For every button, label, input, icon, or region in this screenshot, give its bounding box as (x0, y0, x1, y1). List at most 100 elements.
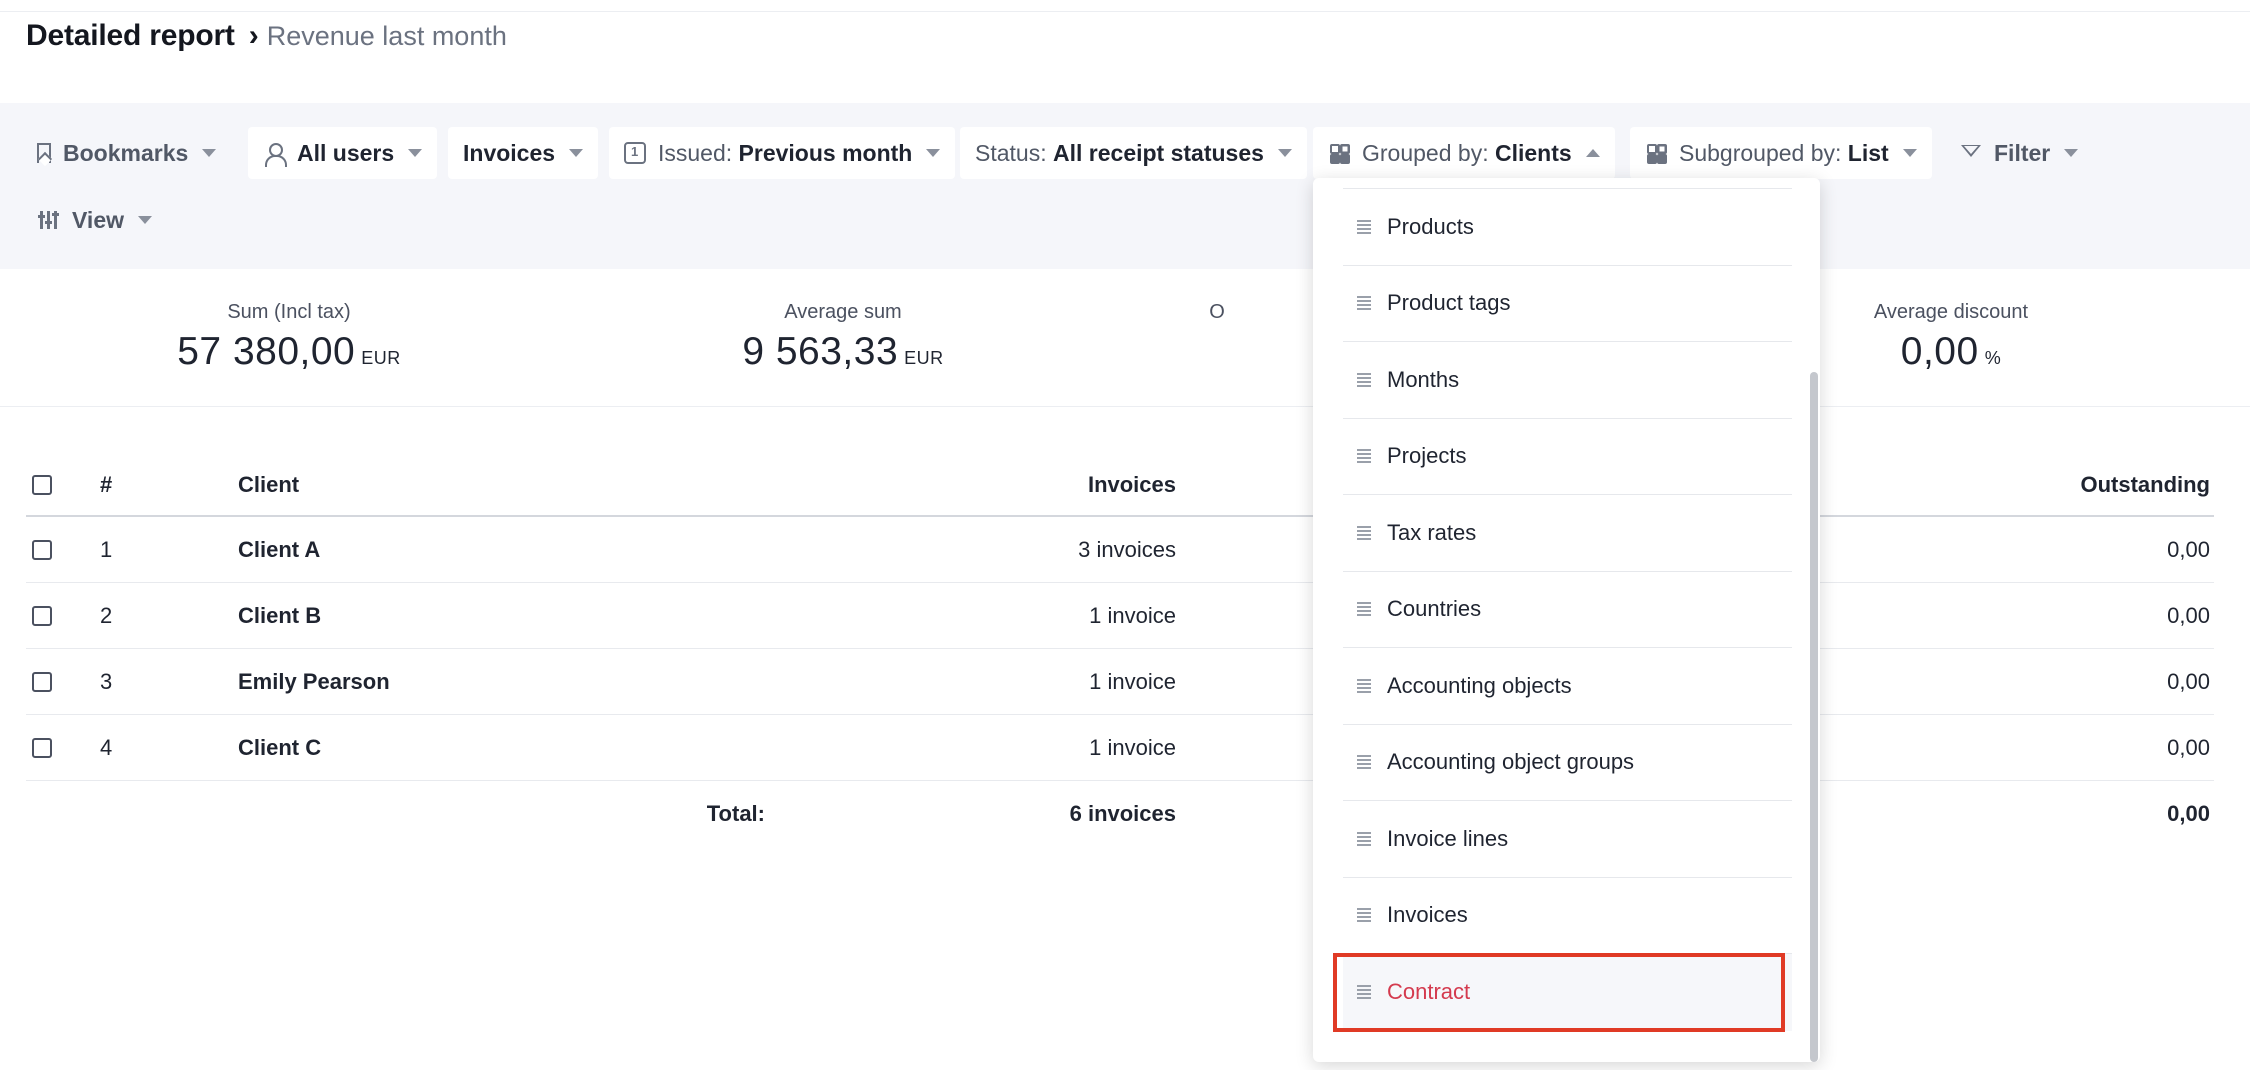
metric-label: O (1209, 301, 1225, 323)
dropdown-item-product-tags[interactable]: Product tags (1343, 266, 1792, 342)
column-header-invoices[interactable]: Invoices (1088, 455, 1176, 515)
dropdown-item-projects[interactable]: Projects (1343, 419, 1792, 495)
subgrouped-by-value: List (1847, 139, 1889, 166)
grouped-by-label: Grouped by: (1362, 139, 1489, 166)
select-all-checkbox[interactable] (32, 455, 54, 515)
list-icon (1357, 831, 1371, 846)
total-outstanding: 0,00 (2167, 801, 2210, 826)
grouped-by-filter[interactable]: Grouped by: Clients (1313, 127, 1615, 179)
filter-toolbar: Bookmarks All users Invoices Issued: Pre… (0, 103, 2250, 269)
issued-filter[interactable]: Issued: Previous month (609, 127, 956, 179)
chevron-down-icon (202, 149, 217, 157)
document-type-label: Invoices (463, 139, 556, 166)
column-header-number[interactable]: # (100, 455, 112, 515)
row-client[interactable]: Client C (238, 715, 321, 780)
row-outstanding: 0,00 (2167, 536, 2210, 562)
dropdown-scrollbar[interactable] (1810, 372, 1818, 1062)
row-client[interactable]: Emily Pearson (238, 649, 390, 714)
view-button[interactable]: View (30, 194, 160, 246)
row-invoices: 3 invoices (1078, 536, 1176, 562)
chevron-down-icon (138, 216, 152, 224)
dropdown-item-products[interactable]: Products (1343, 189, 1792, 266)
chevron-down-icon (2064, 149, 2079, 157)
subgrouped-by-label: Subgrouped by: (1679, 139, 1842, 166)
filter-button[interactable]: Filter (1952, 127, 2086, 179)
filter-label: Filter (1994, 139, 2051, 166)
list-icon (1357, 678, 1371, 693)
column-header-client[interactable]: Client (238, 455, 299, 515)
metric-unit: % (1984, 348, 2002, 368)
document-type-filter[interactable]: Invoices (448, 127, 599, 179)
dropdown-item-label: Tax rates (1387, 519, 1477, 545)
row-checkbox[interactable] (32, 583, 54, 648)
list-icon (1357, 755, 1371, 769)
dropdown-item-countries[interactable]: Countries (1343, 572, 1792, 648)
chevron-down-icon (1277, 149, 1292, 157)
top-divider (0, 0, 2250, 12)
table-row[interactable]: 3 Emily Pearson 1 invoice 0,00 (26, 649, 2214, 715)
chevron-down-icon (408, 149, 423, 157)
filter-icon (1960, 142, 1982, 164)
metric-partially-hidden: O (1087, 301, 1347, 324)
breadcrumb-separator: › (248, 19, 259, 52)
dropdown-item-accounting-objects[interactable]: Accounting objects (1343, 648, 1792, 725)
page-subtitle: Revenue last month (266, 20, 507, 51)
issued-value: Previous month (738, 139, 913, 166)
row-client[interactable]: Client A (238, 517, 320, 582)
dropdown-item-label: Accounting object groups (1387, 749, 1635, 775)
metric-label: Sum (Incl tax) (227, 301, 351, 323)
selection-highlight-box (1333, 953, 1785, 1032)
list-icon (1357, 908, 1371, 922)
dropdown-item-invoice-lines[interactable]: Invoice lines (1343, 801, 1792, 878)
page-title: Detailed report (26, 19, 235, 52)
page-header: Detailed report › Revenue last month (26, 16, 507, 56)
view-label: View (72, 206, 124, 233)
bookmarks-button[interactable]: Bookmarks (29, 127, 224, 179)
row-checkbox[interactable] (32, 649, 54, 714)
table-total-row: Total: 6 invoices 0,00 (26, 781, 2214, 847)
users-filter[interactable]: All users (248, 127, 438, 179)
chevron-down-icon (1902, 149, 1917, 157)
grid-icon (1328, 142, 1350, 164)
total-label: Total: (706, 801, 765, 826)
table-row[interactable]: 4 Client C 1 invoice 0,00 (26, 715, 2214, 781)
row-number: 3 (100, 668, 113, 694)
metric-value: 57 380,00 EUR (177, 330, 401, 373)
metric-unit: EUR (361, 348, 401, 368)
dropdown-item-label: Months (1387, 366, 1460, 392)
grid-icon (1645, 142, 1667, 164)
dropdown-item-label: Invoice lines (1387, 825, 1509, 851)
row-number: 1 (100, 536, 113, 562)
dropdown-item-months[interactable]: Months (1343, 342, 1792, 419)
dropdown-item-tax-rates[interactable]: Tax rates (1343, 495, 1792, 572)
metric-unit: EUR (904, 348, 944, 368)
users-label: All users (297, 139, 395, 166)
bookmark-icon (37, 143, 51, 163)
list-icon (1357, 219, 1371, 234)
row-outstanding: 0,00 (2167, 602, 2210, 628)
row-checkbox[interactable] (32, 517, 54, 582)
subgrouped-by-filter[interactable]: Subgrouped by: List (1630, 127, 1932, 179)
dropdown-item-accounting-object-groups[interactable]: Accounting object groups (1343, 725, 1792, 801)
dropdown-item-label: Projects (1387, 443, 1467, 469)
row-number: 4 (100, 734, 113, 760)
row-client[interactable]: Client B (238, 583, 321, 648)
table-row[interactable]: 1 Client A 3 invoices 0,00 (26, 517, 2214, 583)
summary-metrics: Sum (Incl tax) 57 380,00 EUR Average sum … (0, 269, 2250, 407)
dropdown-item-label: Invoices (1387, 902, 1468, 928)
dropdown-item-invoices[interactable]: Invoices (1343, 878, 1792, 954)
metric-value: 9 563,33 EUR (742, 330, 944, 373)
row-checkbox[interactable] (32, 715, 54, 780)
issued-label: Issued: (658, 139, 733, 166)
status-filter[interactable]: Status: All receipt statuses (960, 127, 1307, 179)
total-invoices: 6 invoices (1069, 801, 1176, 826)
list-icon (1357, 449, 1371, 463)
list-icon (1357, 296, 1371, 310)
bookmarks-label: Bookmarks (63, 139, 189, 166)
grouped-by-value: Clients (1494, 139, 1572, 166)
column-header-outstanding[interactable]: Outstanding (2080, 455, 2210, 515)
list-icon (1357, 602, 1371, 616)
dropdown-item-label: Product tags (1387, 290, 1511, 316)
table-row[interactable]: 2 Client B 1 invoice 0,00 (26, 583, 2214, 649)
row-outstanding: 0,00 (2167, 668, 2210, 694)
